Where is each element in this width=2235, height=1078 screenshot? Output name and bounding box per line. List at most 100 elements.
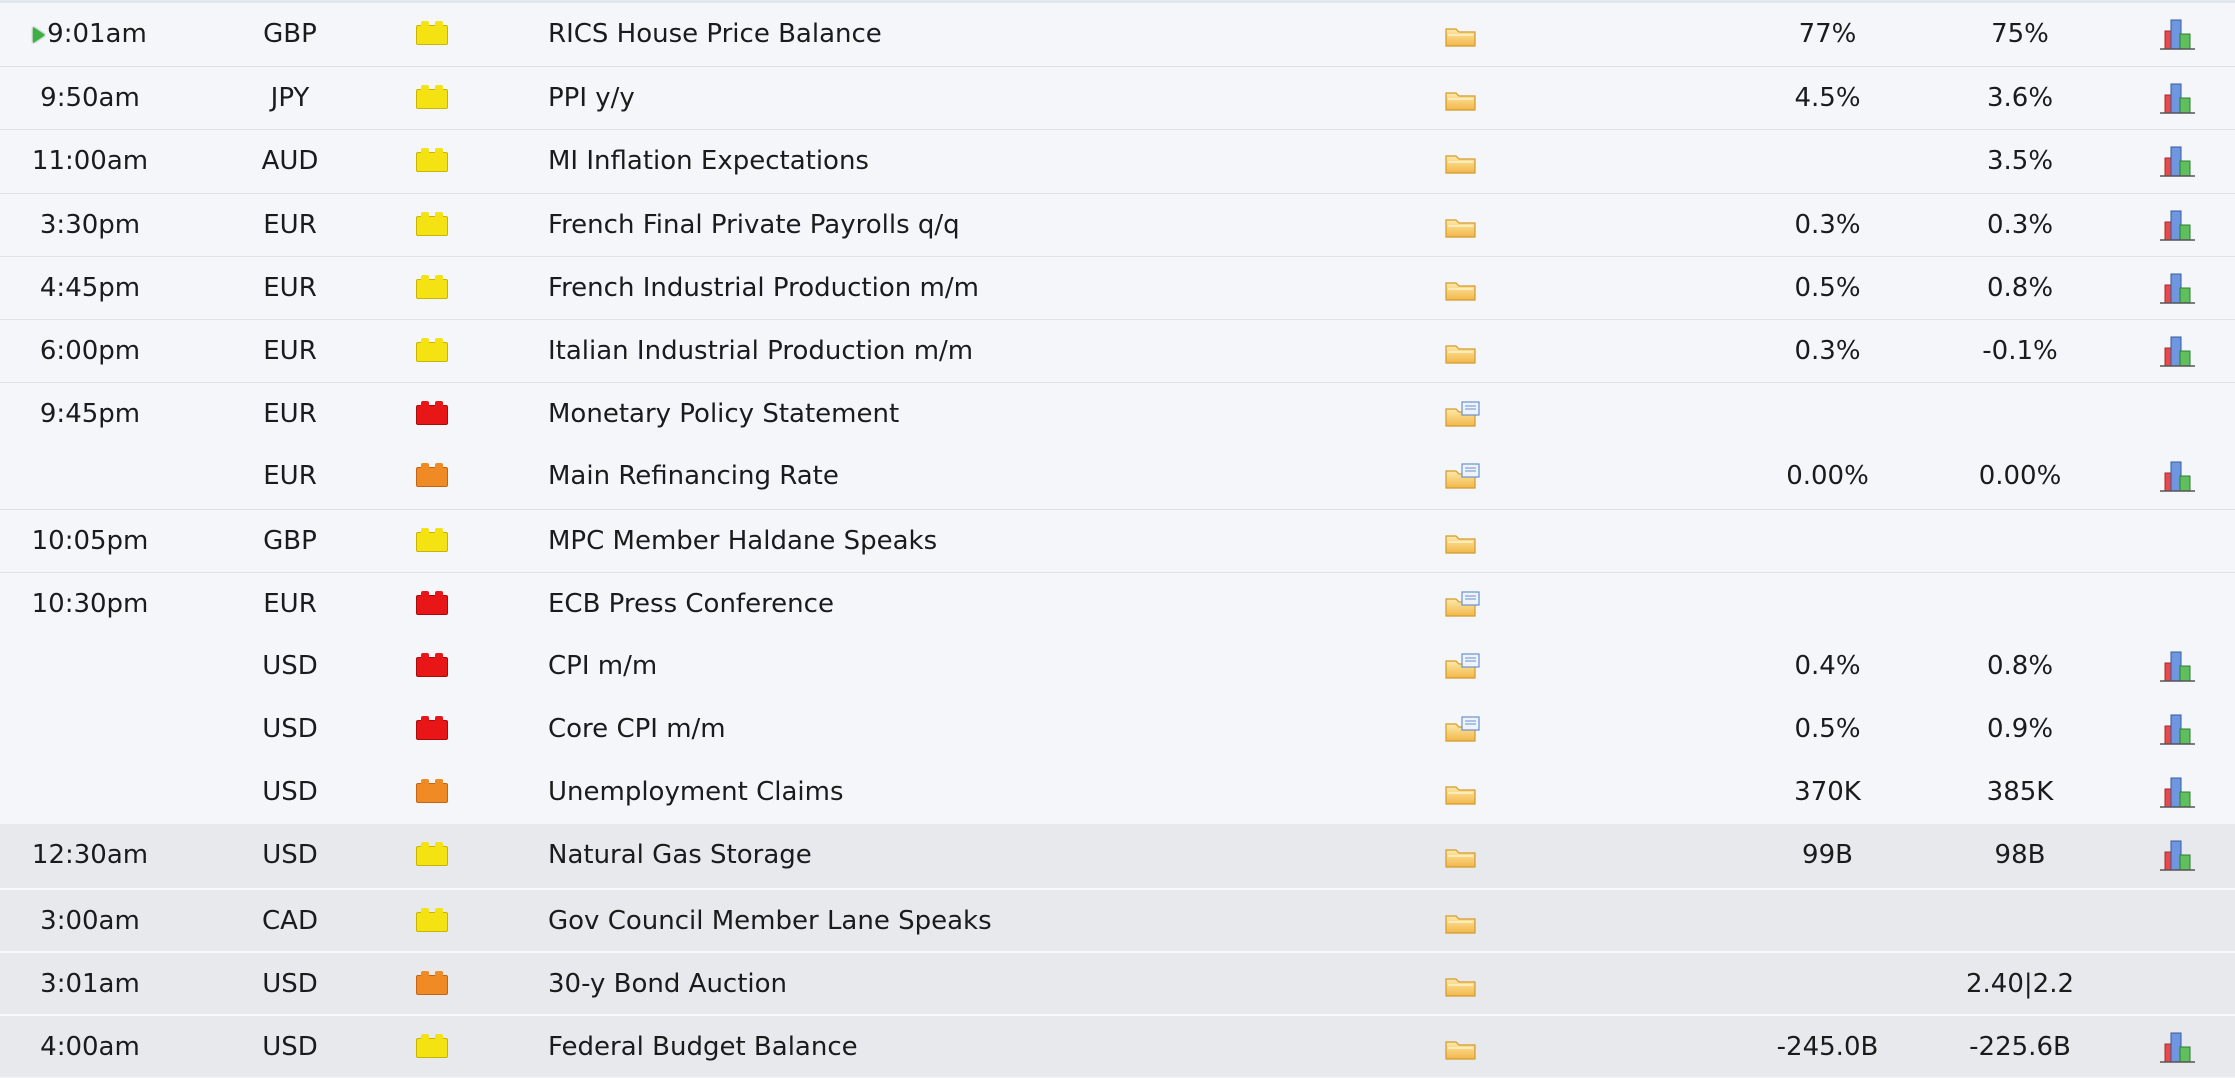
- graph-cell[interactable]: [2157, 445, 2197, 508]
- bar-chart-icon[interactable]: [2157, 775, 2197, 809]
- calendar-row[interactable]: 6:00pm EUR Italian Industrial Production…: [0, 318, 2235, 382]
- graph-cell[interactable]: [2157, 761, 2197, 824]
- detail-cell[interactable]: [1445, 824, 1485, 887]
- folder-icon[interactable]: [1445, 89, 1477, 111]
- impact-orange-icon: [416, 970, 448, 995]
- event-title[interactable]: 30-y Bond Auction: [548, 953, 1398, 1014]
- detail-cell[interactable]: [1445, 257, 1485, 319]
- event-title[interactable]: CPI m/m: [548, 635, 1398, 698]
- graph-cell[interactable]: [2157, 194, 2197, 256]
- calendar-row[interactable]: 10:30pm EUR ECB Press Conference: [0, 571, 2235, 635]
- graph-cell[interactable]: [2157, 573, 2197, 635]
- folder-icon[interactable]: [1445, 342, 1477, 364]
- calendar-row[interactable]: 4:45pm EUR French Industrial Production …: [0, 255, 2235, 319]
- event-title[interactable]: MI Inflation Expectations: [548, 130, 1398, 192]
- calendar-row[interactable]: 9:45pm EUR Monetary Policy Statement: [0, 382, 2235, 445]
- calendar-row[interactable]: 10:05pm GBP MPC Member Haldane Speaks: [0, 508, 2235, 572]
- calendar-row[interactable]: 4:00am USD Federal Budget Balance -245.0…: [0, 1014, 2235, 1078]
- detail-cell[interactable]: [1445, 194, 1485, 256]
- event-title[interactable]: Italian Industrial Production m/m: [548, 320, 1398, 382]
- event-title[interactable]: RICS House Price Balance: [548, 3, 1398, 66]
- graph-cell[interactable]: [2157, 824, 2197, 887]
- calendar-row[interactable]: 9:50am JPY PPI y/y 4.5% 3.6%: [0, 66, 2235, 129]
- calendar-row[interactable]: 3:00am CAD Gov Council Member Lane Speak…: [0, 887, 2235, 951]
- bar-chart-icon[interactable]: [2157, 17, 2197, 51]
- graph-cell[interactable]: [2157, 3, 2197, 66]
- bar-chart-icon[interactable]: [2157, 334, 2197, 368]
- folder-document-icon[interactable]: [1445, 401, 1481, 427]
- bar-chart-icon[interactable]: [2157, 271, 2197, 305]
- folder-icon[interactable]: [1445, 152, 1477, 174]
- bar-chart-icon[interactable]: [2157, 838, 2197, 872]
- calendar-row[interactable]: 11:00am AUD MI Inflation Expectations 3.…: [0, 129, 2235, 192]
- detail-cell[interactable]: [1445, 573, 1485, 635]
- folder-document-icon[interactable]: [1445, 716, 1481, 742]
- detail-cell[interactable]: [1445, 383, 1485, 445]
- detail-cell[interactable]: [1445, 635, 1485, 698]
- folder-icon[interactable]: [1445, 1038, 1477, 1060]
- impact-red-icon: [416, 716, 448, 741]
- detail-cell[interactable]: [1445, 510, 1485, 572]
- event-title[interactable]: Unemployment Claims: [548, 761, 1398, 824]
- event-title[interactable]: MPC Member Haldane Speaks: [548, 510, 1398, 572]
- detail-cell[interactable]: [1445, 3, 1485, 66]
- bar-chart-icon[interactable]: [2157, 144, 2197, 178]
- calendar-row[interactable]: EUR Main Refinancing Rate 0.00% 0.00%: [0, 445, 2235, 508]
- detail-cell[interactable]: [1445, 761, 1485, 824]
- folder-icon[interactable]: [1445, 532, 1477, 554]
- folder-icon[interactable]: [1445, 912, 1477, 934]
- detail-cell[interactable]: [1445, 953, 1485, 1014]
- detail-cell[interactable]: [1445, 698, 1485, 761]
- calendar-row[interactable]: 12:30am USD Natural Gas Storage 99B 98B: [0, 824, 2235, 888]
- folder-document-icon[interactable]: [1445, 463, 1481, 489]
- bar-chart-icon[interactable]: [2157, 649, 2197, 683]
- event-title[interactable]: Natural Gas Storage: [548, 824, 1398, 887]
- graph-cell[interactable]: [2157, 383, 2197, 445]
- detail-cell[interactable]: [1445, 445, 1485, 508]
- graph-cell[interactable]: [2157, 635, 2197, 698]
- detail-cell[interactable]: [1445, 320, 1485, 382]
- graph-cell[interactable]: [2157, 953, 2197, 1014]
- event-title[interactable]: Federal Budget Balance: [548, 1016, 1398, 1077]
- folder-icon[interactable]: [1445, 216, 1477, 238]
- bar-chart-icon[interactable]: [2157, 81, 2197, 115]
- folder-icon[interactable]: [1445, 25, 1477, 47]
- event-title[interactable]: French Industrial Production m/m: [548, 257, 1398, 319]
- bar-chart-icon[interactable]: [2157, 1030, 2197, 1064]
- graph-cell[interactable]: [2157, 510, 2197, 572]
- calendar-row[interactable]: USD Core CPI m/m 0.5% 0.9%: [0, 698, 2235, 761]
- graph-cell[interactable]: [2157, 67, 2197, 129]
- event-title[interactable]: Main Refinancing Rate: [548, 445, 1398, 508]
- calendar-row[interactable]: USD CPI m/m 0.4% 0.8%: [0, 635, 2235, 698]
- event-title[interactable]: ECB Press Conference: [548, 573, 1398, 635]
- calendar-row[interactable]: 3:30pm EUR French Final Private Payrolls…: [0, 192, 2235, 256]
- bar-chart-icon[interactable]: [2157, 459, 2197, 493]
- graph-cell[interactable]: [2157, 890, 2197, 951]
- graph-cell[interactable]: [2157, 1016, 2197, 1077]
- event-title[interactable]: PPI y/y: [548, 67, 1398, 129]
- event-title[interactable]: Core CPI m/m: [548, 698, 1398, 761]
- detail-cell[interactable]: [1445, 890, 1485, 951]
- folder-document-icon[interactable]: [1445, 653, 1481, 679]
- bar-chart-icon[interactable]: [2157, 712, 2197, 746]
- calendar-row[interactable]: USD Unemployment Claims 370K 385K: [0, 761, 2235, 824]
- bar-chart-icon[interactable]: [2157, 208, 2197, 242]
- calendar-row[interactable]: 9:01am GBP RICS House Price Balance 77% …: [0, 3, 2235, 66]
- folder-icon[interactable]: [1445, 846, 1477, 869]
- event-time: [0, 635, 180, 698]
- folder-icon[interactable]: [1445, 975, 1477, 997]
- folder-icon[interactable]: [1445, 783, 1477, 805]
- graph-cell[interactable]: [2157, 320, 2197, 382]
- detail-cell[interactable]: [1445, 67, 1485, 129]
- detail-cell[interactable]: [1445, 1016, 1485, 1077]
- graph-cell[interactable]: [2157, 698, 2197, 761]
- graph-cell[interactable]: [2157, 130, 2197, 192]
- folder-icon[interactable]: [1445, 279, 1477, 301]
- calendar-row[interactable]: 3:01am USD 30-y Bond Auction 2.40|2.2: [0, 950, 2235, 1014]
- graph-cell[interactable]: [2157, 257, 2197, 319]
- event-title[interactable]: Monetary Policy Statement: [548, 383, 1398, 445]
- detail-cell[interactable]: [1445, 130, 1485, 192]
- event-title[interactable]: French Final Private Payrolls q/q: [548, 194, 1398, 256]
- event-title[interactable]: Gov Council Member Lane Speaks: [548, 890, 1398, 951]
- folder-document-icon[interactable]: [1445, 591, 1481, 617]
